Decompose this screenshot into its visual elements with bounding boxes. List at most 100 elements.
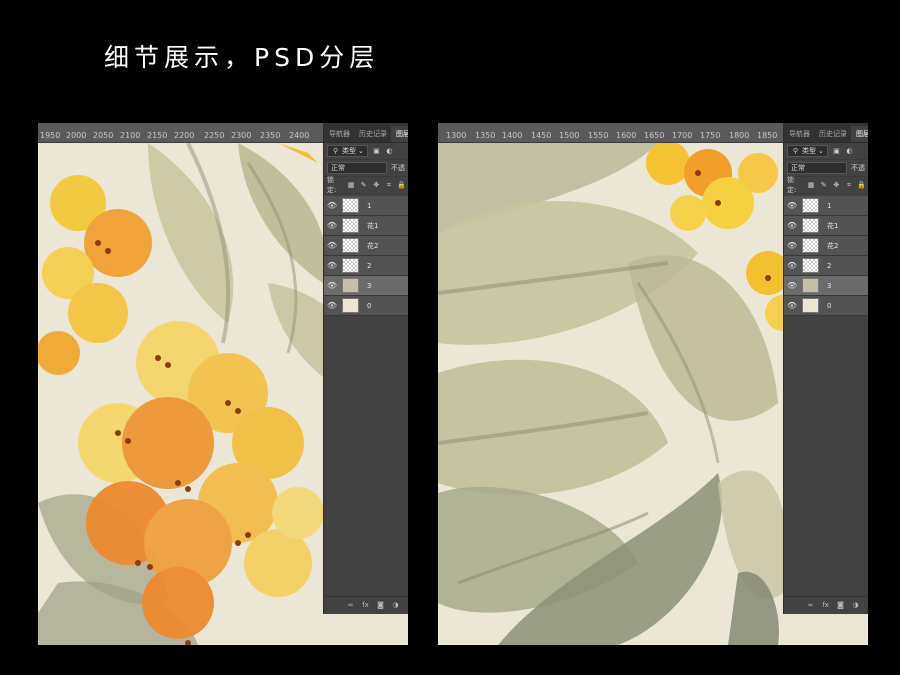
lock-brush-icon[interactable]: ✎: [819, 181, 828, 190]
layer-row[interactable]: 👁 花1: [784, 216, 868, 236]
link-icon[interactable]: ∞: [346, 601, 355, 610]
adjustment-icon[interactable]: ◑: [391, 601, 400, 610]
layers-panel: 导航器 历史记录 图层 ⚲ 类型 ⌄ ▣ ◐ 正常 不透 锁定: ▦ ✎ ✥ ⌗ 🔒…: [783, 123, 868, 614]
lock-artboard-icon[interactable]: ⌗: [385, 181, 394, 190]
ruler-tick: 2000: [66, 131, 87, 140]
lock-transparent-icon[interactable]: ▦: [807, 181, 816, 190]
layer-name: 2: [367, 261, 372, 270]
ruler-tick: 1500: [559, 131, 580, 140]
opacity-label: 不透: [391, 164, 405, 172]
layer-row[interactable]: 👁 花2: [324, 236, 408, 256]
eye-icon[interactable]: 👁: [324, 201, 340, 210]
ruler-tick: 1650: [644, 131, 665, 140]
ruler-tick: 1400: [502, 131, 523, 140]
layer-thumbnail: [802, 238, 819, 253]
layer-name: 花1: [827, 221, 839, 230]
eye-icon[interactable]: 👁: [324, 241, 340, 250]
panel-tabs: 导航器 历史记录 图层: [324, 123, 408, 143]
link-icon[interactable]: ∞: [806, 601, 815, 610]
lock-brush-icon[interactable]: ✎: [359, 181, 368, 190]
layer-name: 3: [367, 281, 372, 290]
ruler-tick: 2050: [93, 131, 114, 140]
ruler-tick: 1550: [588, 131, 609, 140]
panel-footer: ∞ fx ◙ ◑: [324, 596, 408, 614]
tab-layers[interactable]: 图层: [391, 126, 408, 142]
eye-icon[interactable]: 👁: [784, 201, 800, 210]
filter-row: ⚲ 类型 ⌄ ▣ ◐: [784, 143, 868, 160]
image-filter-icon[interactable]: ▣: [372, 147, 381, 156]
ruler-tick: 1750: [700, 131, 721, 140]
blend-mode-select[interactable]: 正常: [327, 162, 387, 174]
lock-row: 锁定: ▦ ✎ ✥ ⌗ 🔒: [324, 176, 408, 194]
lock-all-icon[interactable]: 🔒: [857, 181, 866, 190]
eye-icon[interactable]: 👁: [784, 301, 800, 310]
eye-icon[interactable]: 👁: [324, 301, 340, 310]
ruler-tick: 1700: [672, 131, 693, 140]
eye-icon[interactable]: 👁: [784, 281, 800, 290]
right-detail-screenshot: 1300 1350 1400 1450 1500 1550 1600 1650 …: [438, 123, 868, 645]
layer-filter-select[interactable]: ⚲ 类型 ⌄: [327, 145, 368, 157]
layer-row[interactable]: 👁 1: [784, 196, 868, 216]
adjustment-icon[interactable]: ◑: [851, 601, 860, 610]
lock-transparent-icon[interactable]: ▦: [347, 181, 356, 190]
panel-tabs: 导航器 历史记录 图层: [784, 123, 868, 143]
layer-name: 1: [367, 201, 372, 210]
layer-list: 👁 1 👁 花1 👁 花2 👁 2 👁 3 👁 0: [324, 196, 408, 316]
ruler-tick: 2400: [289, 131, 310, 140]
blend-mode-select[interactable]: 正常: [787, 162, 847, 174]
layer-name: 花1: [367, 221, 379, 230]
layer-row[interactable]: 👁 2: [784, 256, 868, 276]
layer-row[interactable]: 👁 花2: [784, 236, 868, 256]
tab-layers[interactable]: 图层: [851, 126, 868, 142]
ruler-tick: 2150: [147, 131, 168, 140]
lock-row: 锁定: ▦ ✎ ✥ ⌗ 🔒: [784, 176, 868, 194]
search-icon: ⚲: [792, 146, 799, 155]
layer-row[interactable]: 👁 2: [324, 256, 408, 276]
tab-history[interactable]: 历史记录: [814, 129, 851, 142]
lock-move-icon[interactable]: ✥: [832, 181, 841, 190]
eye-icon[interactable]: 👁: [324, 261, 340, 270]
layer-name: 3: [827, 281, 832, 290]
layer-name: 花2: [367, 241, 379, 250]
layer-row[interactable]: 👁 1: [324, 196, 408, 216]
blend-mode-label: 正常: [331, 164, 345, 172]
adjustment-filter-icon[interactable]: ◐: [845, 147, 854, 156]
lock-artboard-icon[interactable]: ⌗: [845, 181, 854, 190]
filter-label: 类型: [342, 147, 356, 155]
mask-icon[interactable]: ◙: [836, 601, 845, 610]
tab-navigator[interactable]: 导航器: [324, 129, 354, 142]
layer-row[interactable]: 👁 花1: [324, 216, 408, 236]
adjustment-filter-icon[interactable]: ◐: [385, 147, 394, 156]
tab-history[interactable]: 历史记录: [354, 129, 391, 142]
chevron-down-icon: ⌄: [358, 147, 364, 155]
tab-navigator[interactable]: 导航器: [784, 129, 814, 142]
layer-thumbnail: [802, 278, 819, 293]
layer-row-selected[interactable]: 👁 3: [324, 276, 408, 296]
lock-all-icon[interactable]: 🔒: [397, 181, 406, 190]
eye-icon[interactable]: 👁: [784, 261, 800, 270]
eye-icon[interactable]: 👁: [784, 241, 800, 250]
layer-row[interactable]: 👁 0: [324, 296, 408, 316]
eye-icon[interactable]: 👁: [324, 221, 340, 230]
layer-row[interactable]: 👁 0: [784, 296, 868, 316]
blend-mode-label: 正常: [791, 164, 805, 172]
eye-icon[interactable]: 👁: [784, 221, 800, 230]
panel-footer: ∞ fx ◙ ◑: [784, 596, 868, 614]
layer-row-selected[interactable]: 👁 3: [784, 276, 868, 296]
ruler-tick: 1350: [475, 131, 496, 140]
layer-filter-select[interactable]: ⚲ 类型 ⌄: [787, 145, 828, 157]
lock-move-icon[interactable]: ✥: [372, 181, 381, 190]
mask-icon[interactable]: ◙: [376, 601, 385, 610]
fx-icon[interactable]: fx: [821, 601, 830, 610]
image-filter-icon[interactable]: ▣: [832, 147, 841, 156]
fx-icon[interactable]: fx: [361, 601, 370, 610]
ruler-tick: 1850: [757, 131, 778, 140]
ruler-tick: 2300: [231, 131, 252, 140]
layer-name: 1: [827, 201, 832, 210]
layer-list: 👁 1 👁 花1 👁 花2 👁 2 👁 3 👁 0: [784, 196, 868, 316]
layer-thumbnail: [802, 218, 819, 233]
ruler-tick: 1950: [40, 131, 61, 140]
page-title: 细节展示，PSD分层: [104, 43, 380, 72]
eye-icon[interactable]: 👁: [324, 281, 340, 290]
layer-thumbnail: [342, 218, 359, 233]
